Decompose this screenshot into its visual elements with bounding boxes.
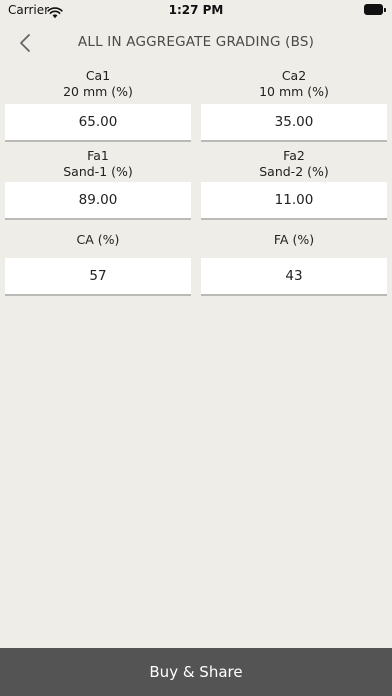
- chevron-left-icon: [20, 34, 30, 52]
- field-ca-total: CA (%) 57: [5, 232, 191, 296]
- field-fa2: Fa2 Sand-2 (%) 11.00: [201, 148, 387, 220]
- field-fa1: Fa1 Sand-1 (%) 89.00: [5, 148, 191, 220]
- status-bar: Carrier 1:27 PM: [0, 0, 392, 22]
- page-title: ALL IN AGGREGATE GRADING (BS): [77, 34, 315, 50]
- fa-total-value: 43: [201, 258, 387, 296]
- field-label-line2: 20 mm (%): [63, 84, 133, 99]
- field-label-line1: Ca2: [281, 68, 307, 83]
- field-label-line2: Sand-2 (%): [259, 164, 329, 179]
- field-label: Ca2 10 mm (%): [201, 68, 387, 100]
- field-label-line2: Sand-1 (%): [63, 164, 133, 179]
- field-label-line2: 10 mm (%): [259, 84, 329, 99]
- battery-icon: [364, 4, 386, 15]
- field-ca1: Ca1 20 mm (%) 65.00: [5, 68, 191, 142]
- ca2-input[interactable]: 35.00: [201, 104, 387, 142]
- navigation-bar: ALL IN AGGREGATE GRADING (BS): [0, 22, 392, 64]
- field-label: CA (%): [76, 232, 120, 247]
- fa1-input[interactable]: 89.00: [5, 182, 191, 220]
- fa2-input[interactable]: 11.00: [201, 182, 387, 220]
- status-time: 1:27 PM: [168, 3, 224, 17]
- ca1-input[interactable]: 65.00: [5, 104, 191, 142]
- buy-share-button[interactable]: Buy & Share: [0, 648, 392, 696]
- back-button[interactable]: [10, 28, 40, 58]
- ca-total-value: 57: [5, 258, 191, 296]
- field-label: Fa2 Sand-2 (%): [201, 148, 387, 180]
- field-label-line1: Fa1: [87, 148, 109, 163]
- field-fa-total: FA (%) 43: [201, 232, 387, 296]
- field-label: FA (%): [273, 232, 315, 247]
- field-label: Fa1 Sand-1 (%): [5, 148, 191, 180]
- field-label: Ca1 20 mm (%): [5, 68, 191, 100]
- field-label-line1: Ca1: [85, 68, 111, 83]
- field-ca2: Ca2 10 mm (%) 35.00: [201, 68, 387, 142]
- field-label-line1: Fa2: [283, 148, 305, 163]
